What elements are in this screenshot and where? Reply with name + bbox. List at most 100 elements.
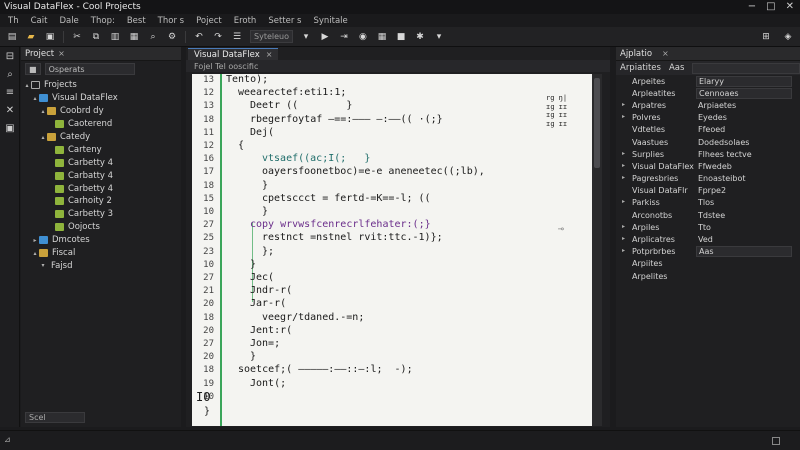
expand-arrow-icon[interactable]: ▸ bbox=[622, 235, 628, 244]
properties-search-input[interactable] bbox=[692, 62, 800, 74]
new-file-icon[interactable]: ▤ bbox=[6, 31, 18, 43]
property-value[interactable]: Flhees tectve bbox=[696, 149, 800, 160]
menu-item[interactable]: Thor s bbox=[158, 16, 184, 26]
property-value[interactable]: Aas bbox=[696, 246, 792, 258]
tree-item[interactable]: Carbetty 4 bbox=[23, 182, 181, 195]
property-row[interactable]: ▸ Potprbrbes Aas bbox=[616, 246, 800, 258]
delete-icon[interactable]: ▦ bbox=[128, 31, 140, 43]
operators-select[interactable]: Osperats bbox=[44, 63, 135, 75]
expand-arrow-icon[interactable] bbox=[622, 211, 628, 220]
property-row[interactable]: ▸ Arpatres Arpiaetes bbox=[616, 99, 800, 111]
source-control-icon[interactable]: ≡ bbox=[0, 83, 20, 101]
search-icon[interactable]: ⌕ bbox=[0, 65, 20, 83]
paste-icon[interactable]: ▥ bbox=[109, 31, 121, 43]
expand-arrow-icon[interactable] bbox=[622, 259, 628, 268]
menu-item[interactable]: Synitale bbox=[313, 16, 347, 26]
property-row[interactable]: ▸ Parkiss Tlos bbox=[616, 197, 800, 209]
tree-item[interactable]: ▸ Dmcotes bbox=[23, 234, 181, 247]
tree-item[interactable]: ▾ Fajsd bbox=[23, 259, 181, 272]
resize-grip-icon[interactable] bbox=[772, 437, 780, 445]
close-icon[interactable]: × bbox=[662, 49, 669, 58]
property-value[interactable]: Tdstee bbox=[696, 210, 800, 221]
explorer-footer-select[interactable]: Scel bbox=[25, 412, 85, 423]
property-row[interactable]: Visual DataFlr Fprpe2 bbox=[616, 185, 800, 197]
property-row[interactable]: Arpiites bbox=[616, 258, 800, 270]
property-row[interactable]: Arconotbs Tdstee bbox=[616, 209, 800, 221]
property-value[interactable]: Arpiaetes bbox=[696, 100, 800, 111]
minimize-button[interactable]: − bbox=[748, 1, 756, 12]
copy-icon[interactable]: ⧉ bbox=[90, 31, 102, 43]
redo-icon[interactable]: ↷ bbox=[212, 31, 224, 43]
expand-arrow-icon[interactable]: ▸ bbox=[622, 150, 628, 159]
tree-item[interactable]: Carbetty 3 bbox=[23, 208, 181, 221]
step-icon[interactable]: ⇥ bbox=[338, 31, 350, 43]
cut-icon[interactable]: ✂ bbox=[71, 31, 83, 43]
chevron-down-icon[interactable]: ▾ bbox=[300, 31, 312, 43]
tree-item[interactable]: Carteny bbox=[23, 143, 181, 156]
expand-arrow-icon[interactable]: ▸ bbox=[622, 113, 628, 122]
filter-button[interactable]: ■ bbox=[25, 63, 41, 75]
menu-item[interactable]: Thop: bbox=[91, 16, 115, 26]
properties-sort-label[interactable]: Aas bbox=[669, 63, 684, 73]
expand-arrow-icon[interactable]: ▴ bbox=[23, 82, 31, 89]
close-icon[interactable]: × bbox=[266, 50, 273, 59]
close-panel-icon[interactable]: ✕ bbox=[0, 101, 20, 119]
code-area[interactable]: 13 12 13 18 11 12 16 17 18 15 10 27 25 23 10 27 21 20 18 20… bbox=[192, 74, 602, 426]
property-value[interactable] bbox=[696, 258, 800, 269]
property-value[interactable]: Cennoaes bbox=[696, 87, 792, 99]
maximize-button[interactable]: □ bbox=[766, 1, 775, 12]
tree-item[interactable]: Carhoity 2 bbox=[23, 195, 181, 208]
property-value[interactable]: Ved bbox=[696, 234, 800, 245]
expand-arrow-icon[interactable] bbox=[622, 77, 628, 86]
property-row[interactable]: ▸ Pagresbries Enoasteibot bbox=[616, 173, 800, 185]
menu-item[interactable]: Poject bbox=[196, 16, 222, 26]
editor-scrollbar[interactable] bbox=[592, 74, 602, 426]
tree-item[interactable]: ▴ Coobrd dy bbox=[23, 105, 181, 118]
expand-arrow-icon[interactable]: ▴ bbox=[39, 108, 47, 115]
expand-arrow-icon[interactable]: ▾ bbox=[39, 262, 47, 269]
tree-item[interactable]: Caoterend bbox=[23, 118, 181, 131]
property-value[interactable]: Elaryy bbox=[696, 75, 792, 87]
minimap[interactable]: rg ŋ| ɪɡ ɪɪ ɪɡ ɪɪ ɪɡ ɪɪ bbox=[546, 94, 588, 139]
tree-item[interactable]: ▴ Frojects bbox=[23, 79, 181, 92]
layout-icon[interactable]: ⊞ bbox=[760, 31, 772, 43]
property-row[interactable]: Vaastues Dodedsolaes bbox=[616, 136, 800, 148]
notification-icon[interactable]: ◈ bbox=[782, 31, 794, 43]
explorer-icon[interactable]: ⊟ bbox=[0, 47, 20, 65]
expand-arrow-icon[interactable] bbox=[622, 272, 628, 281]
property-value[interactable]: Eyedes bbox=[696, 112, 800, 123]
property-row[interactable]: Arpelites bbox=[616, 270, 800, 282]
find-icon[interactable]: ⌕ bbox=[147, 31, 159, 43]
menu-item[interactable]: Dale bbox=[59, 16, 78, 26]
property-value[interactable]: Enoasteibot bbox=[696, 173, 800, 184]
property-row[interactable]: Arpleatites Cennoaes bbox=[616, 87, 800, 99]
run-icon[interactable]: ▶ bbox=[319, 31, 331, 43]
tab-visual-dataflex[interactable]: Visual DataFlex × bbox=[188, 48, 279, 60]
expand-arrow-icon[interactable] bbox=[622, 186, 628, 195]
property-row[interactable]: ▸ Polvres Eyedes bbox=[616, 112, 800, 124]
list-icon[interactable]: ☰ bbox=[231, 31, 243, 43]
more-icon[interactable]: ▾ bbox=[433, 31, 445, 43]
panel-icon[interactable]: ▣ bbox=[0, 119, 20, 137]
property-value[interactable]: Tlos bbox=[696, 197, 800, 208]
solution-config-select[interactable]: Syteleuo bbox=[250, 30, 293, 43]
breakpoint-icon[interactable]: ◉ bbox=[357, 31, 369, 43]
property-row[interactable]: ▸ Arpiles Tto bbox=[616, 221, 800, 233]
expand-arrow-icon[interactable]: ▸ bbox=[31, 237, 39, 244]
menu-item[interactable]: Th bbox=[8, 16, 19, 26]
tree-item[interactable]: Oojocts bbox=[23, 221, 181, 234]
expand-arrow-icon[interactable]: ▸ bbox=[622, 162, 628, 171]
expand-arrow-icon[interactable]: ▴ bbox=[31, 95, 39, 102]
tree-item[interactable]: Carbatty 4 bbox=[23, 169, 181, 182]
close-icon[interactable]: × bbox=[58, 49, 65, 58]
tree-item[interactable]: Carbetty 4 bbox=[23, 156, 181, 169]
menu-item[interactable]: Eroth bbox=[234, 16, 257, 26]
settings-icon[interactable]: ✱ bbox=[414, 31, 426, 43]
property-value[interactable]: Fprpe2 bbox=[696, 185, 800, 196]
property-value[interactable]: Dodedsolaes bbox=[696, 137, 800, 148]
property-row[interactable]: ▸ Visual DataFlex Ffwedeb bbox=[616, 160, 800, 172]
grid-icon[interactable]: ▦ bbox=[376, 31, 388, 43]
save-icon[interactable]: ▣ bbox=[44, 31, 56, 43]
expand-arrow-icon[interactable] bbox=[622, 138, 628, 147]
tree-item[interactable]: ▴ Fiscal bbox=[23, 247, 181, 260]
